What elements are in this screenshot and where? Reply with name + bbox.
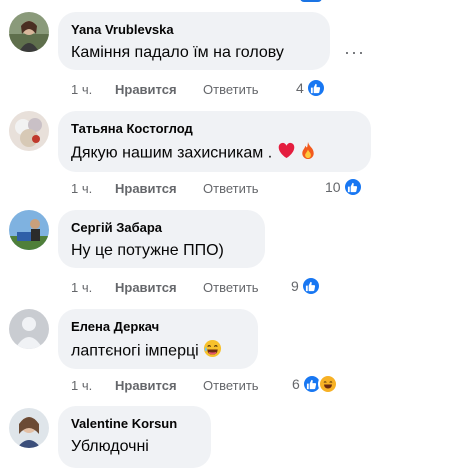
laughing-emoji-icon <box>203 339 222 364</box>
reaction-summary[interactable]: 9 <box>291 276 321 296</box>
comment-time[interactable]: 1 ч. <box>71 378 115 393</box>
comment-bubble: Сергій Забара Ну це потужне ППО) <box>58 210 265 268</box>
comment-text: Ублюдочні <box>71 438 149 455</box>
avatar[interactable] <box>9 111 49 151</box>
haha-reaction-icon <box>317 374 338 394</box>
reaction-summary[interactable]: 6 <box>292 374 338 394</box>
comment-actions: 1 ч. Нравится Ответить <box>71 82 259 97</box>
comment-author[interactable]: Valentine Korsun <box>71 415 198 432</box>
like-reaction-icon <box>305 78 326 98</box>
like-button[interactable]: Нравится <box>115 82 203 97</box>
reaction-count: 6 <box>292 376 300 392</box>
comment-bubble: Yana Vrublevska Каміння падало їм на гол… <box>58 12 330 70</box>
more-options-icon[interactable]: ··· <box>344 42 365 63</box>
comment-text-content: Дякую нашим захисникам . <box>71 144 273 162</box>
fire-emoji-icon <box>300 141 316 166</box>
comment-bubble: Елена Деркач лаптєногі імперці <box>58 309 258 369</box>
previous-reaction-badge <box>300 0 322 2</box>
reaction-summary[interactable]: 4 <box>296 78 326 98</box>
reply-button[interactable]: Ответить <box>203 378 259 393</box>
comment-actions: 1 ч. Нравится Ответить <box>71 181 259 196</box>
reply-button[interactable]: Ответить <box>203 82 259 97</box>
comment-time[interactable]: 1 ч. <box>71 280 115 295</box>
comment-text: Ну це потужне ППО) <box>71 242 224 259</box>
reply-button[interactable]: Ответить <box>203 181 259 196</box>
comment-time[interactable]: 1 ч. <box>71 82 115 97</box>
avatar[interactable] <box>9 309 49 349</box>
avatar[interactable] <box>9 408 49 448</box>
comment-author[interactable]: Татьяна Костоглод <box>71 120 358 137</box>
comment-time[interactable]: 1 ч. <box>71 181 115 196</box>
avatar[interactable] <box>9 210 49 250</box>
comment-actions: 1 ч. Нравится Ответить <box>71 280 259 295</box>
comment-bubble: Valentine Korsun Ублюдочні <box>58 406 211 468</box>
heart-emoji-icon <box>277 142 296 165</box>
like-reaction-icon <box>300 276 321 296</box>
reply-button[interactable]: Ответить <box>203 280 259 295</box>
comment-text: лаптєногі імперці <box>71 339 245 364</box>
comment-text: Каміння падало їм на голову <box>71 44 284 61</box>
comment-text-content: лаптєногі імперці <box>71 342 199 360</box>
reaction-count: 4 <box>296 80 304 96</box>
like-reaction-icon <box>342 177 363 197</box>
like-button[interactable]: Нравится <box>115 181 203 196</box>
reaction-summary[interactable]: 10 <box>325 177 363 197</box>
comment-author[interactable]: Елена Деркач <box>71 318 245 335</box>
like-button[interactable]: Нравится <box>115 280 203 295</box>
comment-author[interactable]: Yana Vrublevska <box>71 21 317 38</box>
reaction-count: 10 <box>325 179 341 195</box>
avatar[interactable] <box>9 12 49 52</box>
comment-text: Дякую нашим захисникам . <box>71 141 358 166</box>
reaction-count: 9 <box>291 278 299 294</box>
like-button[interactable]: Нравится <box>115 378 203 393</box>
comment-actions: 1 ч. Нравится Ответить <box>71 378 259 393</box>
comment-author[interactable]: Сергій Забара <box>71 219 252 236</box>
comment-bubble: Татьяна Костоглод Дякую нашим захисникам… <box>58 111 371 172</box>
